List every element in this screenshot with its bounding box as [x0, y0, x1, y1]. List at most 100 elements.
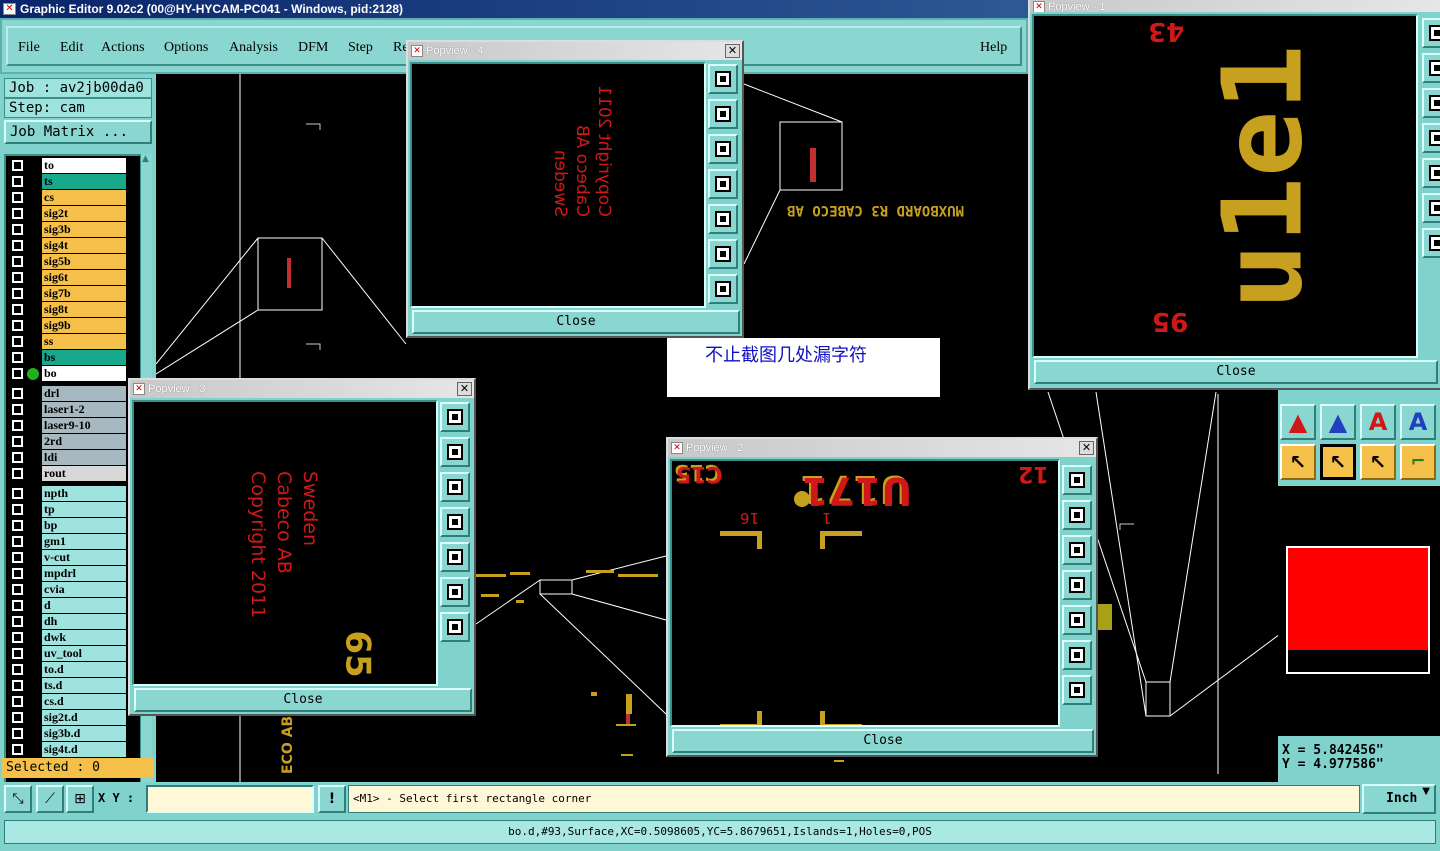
layer-row[interactable]: bp	[6, 518, 128, 534]
popview-4-close-button[interactable]: Close	[412, 310, 740, 334]
layer-row[interactable]: to	[6, 158, 128, 174]
menu-dfm[interactable]: DFM	[298, 40, 328, 56]
pan-up-icon[interactable]	[440, 437, 470, 467]
layer-name[interactable]: laser9-10	[42, 418, 126, 433]
zoom-home-icon[interactable]	[1422, 18, 1440, 48]
layer-name[interactable]: bp	[42, 518, 126, 533]
layer-checkbox[interactable]	[12, 224, 23, 235]
zoom-home-icon[interactable]	[1062, 465, 1092, 495]
layer-checkbox[interactable]	[12, 368, 23, 379]
pan-down-icon[interactable]	[708, 134, 738, 164]
layer-name[interactable]: npth	[42, 486, 126, 501]
layer-name[interactable]: cs.d	[42, 694, 126, 709]
select-box-icon[interactable]: ↖	[1320, 444, 1356, 480]
menu-actions[interactable]: Actions	[101, 40, 145, 56]
layer-checkbox[interactable]	[12, 420, 23, 431]
layer-name[interactable]: bo	[42, 366, 126, 381]
zoom-in-icon[interactable]	[440, 612, 470, 642]
layer-row[interactable]: gm1	[6, 534, 128, 550]
popview-3-close-button[interactable]: Close	[134, 688, 472, 712]
layer-row[interactable]: laser1-2	[6, 402, 128, 418]
scroll-up-icon[interactable]: ▲	[142, 154, 152, 164]
pan-right-icon[interactable]	[1062, 605, 1092, 635]
layer-name[interactable]: ts	[42, 174, 126, 189]
layer-row[interactable]: uv_tool	[6, 646, 128, 662]
layer-checkbox[interactable]	[12, 584, 23, 595]
layer-checkbox[interactable]	[12, 436, 23, 447]
layer-row[interactable]: ss	[6, 334, 128, 350]
layer-row[interactable]: sig2t	[6, 206, 128, 222]
layer-name[interactable]: cvia	[42, 582, 126, 597]
layer-row[interactable]: mpdrl	[6, 566, 128, 582]
zoom-out-icon[interactable]	[708, 239, 738, 269]
pan-up-icon[interactable]	[1062, 500, 1092, 530]
layer-name[interactable]: sig5b	[42, 254, 126, 269]
triangle-b-icon[interactable]: ▲	[1320, 404, 1356, 440]
zoom-in-icon[interactable]	[708, 274, 738, 304]
menu-options[interactable]: Options	[164, 40, 208, 56]
layer-checkbox[interactable]	[12, 352, 23, 363]
layer-checkbox[interactable]	[12, 696, 23, 707]
layer-name[interactable]: ss	[42, 334, 126, 349]
menu-edit[interactable]: Edit	[60, 40, 83, 56]
layer-name[interactable]: sig3b	[42, 222, 126, 237]
zoom-home-icon[interactable]	[440, 402, 470, 432]
layer-row[interactable]: cs	[6, 190, 128, 206]
xy-input[interactable]	[146, 785, 314, 813]
popview-2-canvas[interactable]: U171 C15 12 16 1	[670, 459, 1060, 727]
job-matrix-button[interactable]: Job Matrix ...	[4, 120, 152, 144]
layer-checkbox[interactable]	[12, 744, 23, 755]
layer-row[interactable]: tp	[6, 502, 128, 518]
layer-row[interactable]: v-cut	[6, 550, 128, 566]
grid-icon[interactable]: ⊞	[66, 785, 94, 813]
layer-name[interactable]: 2rd	[42, 434, 126, 449]
layer-name[interactable]: ts.d	[42, 678, 126, 693]
menu-file[interactable]: File	[18, 40, 40, 56]
layer-row[interactable]: cvia	[6, 582, 128, 598]
polyline-icon[interactable]: ⌐	[1400, 444, 1436, 480]
layer-checkbox[interactable]	[12, 320, 23, 331]
layer-checkbox[interactable]	[12, 404, 23, 415]
layer-name[interactable]: sig6t	[42, 270, 126, 285]
pan-down-icon[interactable]	[440, 472, 470, 502]
overview-map[interactable]	[1278, 486, 1440, 736]
layer-name[interactable]: dwk	[42, 630, 126, 645]
layer-checkbox[interactable]	[12, 728, 23, 739]
zoom-out-icon[interactable]	[1422, 193, 1440, 223]
popview-3-close-icon[interactable]: ✕	[457, 382, 472, 396]
layer-name[interactable]: laser1-2	[42, 402, 126, 417]
layer-checkbox[interactable]	[12, 452, 23, 463]
layer-row[interactable]: drl	[6, 386, 128, 402]
layer-name[interactable]: v-cut	[42, 550, 126, 565]
pan-left-icon[interactable]	[1422, 123, 1440, 153]
layer-name[interactable]: sig9b	[42, 318, 126, 333]
layer-checkbox[interactable]	[12, 192, 23, 203]
layer-name[interactable]: cs	[42, 190, 126, 205]
layer-checkbox[interactable]	[12, 504, 23, 515]
layer-row[interactable]: sig3b	[6, 222, 128, 238]
popview-4-close-icon[interactable]: ✕	[725, 44, 740, 58]
pan-left-icon[interactable]	[440, 507, 470, 537]
popview-2-close-icon[interactable]: ✕	[1079, 441, 1094, 455]
layer-checkbox[interactable]	[12, 632, 23, 643]
layer-name[interactable]: sig4t	[42, 238, 126, 253]
layer-name[interactable]: sig8t	[42, 302, 126, 317]
alert-button[interactable]: !	[318, 785, 346, 813]
layer-name[interactable]: sig4t.d	[42, 742, 126, 757]
layer-name[interactable]: tp	[42, 502, 126, 517]
layer-name[interactable]: d	[42, 598, 126, 613]
layer-row[interactable]: sig2t.d	[6, 710, 128, 726]
layer-name[interactable]: sig2t	[42, 206, 126, 221]
layer-checkbox[interactable]	[12, 536, 23, 547]
triangle-a-icon[interactable]: ▲	[1280, 404, 1316, 440]
layer-name[interactable]: rout	[42, 466, 126, 481]
layer-checkbox[interactable]	[12, 616, 23, 627]
layer-name[interactable]: uv_tool	[42, 646, 126, 661]
layer-checkbox[interactable]	[12, 520, 23, 531]
layer-row[interactable]: sig4t.d	[6, 742, 128, 758]
layer-checkbox[interactable]	[12, 160, 23, 171]
select-circle-icon[interactable]: ↖	[1360, 444, 1396, 480]
layer-checkbox[interactable]	[12, 304, 23, 315]
zoom-out-icon[interactable]	[1062, 640, 1092, 670]
menu-step[interactable]: Step	[348, 40, 373, 56]
